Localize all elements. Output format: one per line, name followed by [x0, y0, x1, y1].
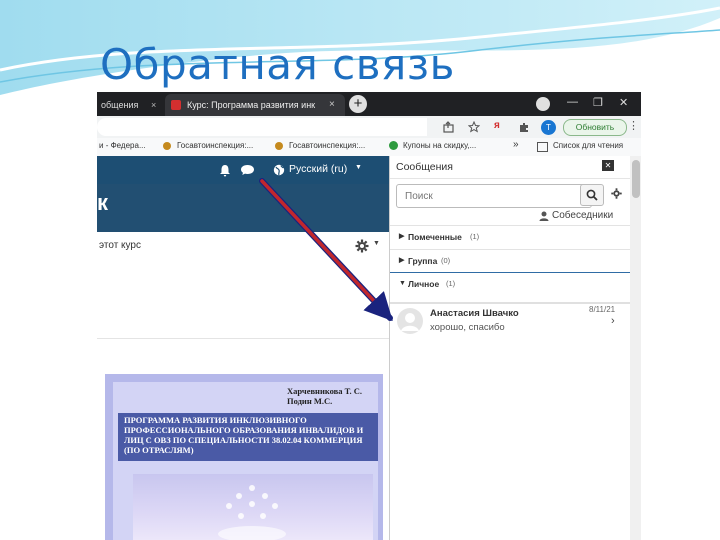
gear-icon[interactable]: [355, 239, 369, 253]
chevron-down-icon: ▼: [355, 164, 362, 171]
subnav-label: этот курс: [99, 240, 141, 251]
bookmarks-bar: и - Федера... Госавтоинспекция:... Госав…: [97, 138, 641, 157]
bookmark-item[interactable]: Госавтоинспекция:...: [177, 141, 253, 150]
conversation-item[interactable]: Анастасия Швачко хорошо, спасибо 8/11/21…: [390, 302, 630, 338]
police-emblem-icon: [163, 142, 171, 150]
section-count: (1): [446, 279, 456, 288]
star-icon[interactable]: [468, 121, 480, 133]
maximize-icon[interactable]: ❐: [593, 96, 603, 109]
address-bar[interactable]: [97, 118, 427, 136]
contact-name: Анастасия Швачко: [430, 308, 519, 319]
gear-icon[interactable]: [611, 188, 622, 199]
messages-header: Сообщения ✕: [390, 156, 641, 179]
puzzle-icon[interactable]: [518, 121, 530, 133]
slide-title: Обратная связь: [100, 40, 455, 89]
course-subnav: этот курс ▼: [97, 232, 389, 261]
site-header: Русский (ru) ▼: [97, 156, 389, 184]
police-emblem-icon: [275, 142, 283, 150]
chevron-down-icon: ▼: [399, 280, 406, 287]
course-title-fragment: к: [97, 190, 109, 215]
messages-drawer: Сообщения ✕ Собеседники ▶ Помеченные (1)…: [389, 156, 641, 540]
tab-label: Курс: Программа развития инк: [187, 100, 316, 110]
chevron-right-icon: ▶: [399, 257, 405, 264]
cover-authors: Харчевникова Т. С. Подин М.С.: [287, 386, 362, 406]
tab-messages[interactable]: общения ×: [97, 94, 165, 116]
section-label: Группа: [408, 256, 438, 266]
browser-screenshot: общения × Курс: Программа развития инк ×…: [97, 92, 641, 540]
cover-program-title: ПРОГРАММА РАЗВИТИЯ ИНКЛЮЗИВНОГО ПРОФЕССИ…: [118, 413, 378, 461]
close-icon[interactable]: ✕: [602, 160, 614, 171]
reading-list-link[interactable]: Список для чтения: [553, 141, 623, 150]
section-group[interactable]: ▶ Группа (0): [390, 249, 630, 272]
bookmark-item[interactable]: Госавтоинспекция:...: [289, 141, 365, 150]
section-count: (0): [441, 256, 451, 265]
section-label: Помеченные: [408, 232, 462, 242]
contacts-link[interactable]: Собеседники: [552, 210, 613, 221]
chevron-right-icon: ▶: [399, 233, 405, 240]
scrollbar[interactable]: [630, 156, 641, 540]
new-tab-button[interactable]: +: [349, 95, 367, 113]
browser-tab-bar: общения × Курс: Программа развития инк ×…: [97, 92, 641, 116]
coupon-site-icon: [389, 141, 398, 150]
bookmarks-more-icon[interactable]: »: [513, 139, 519, 150]
bookmark-item[interactable]: Купоны на скидку,...: [403, 141, 476, 150]
tab-close-icon[interactable]: ×: [329, 94, 335, 116]
minimize-icon[interactable]: —: [567, 96, 578, 108]
globe-icon[interactable]: [273, 164, 285, 176]
close-window-icon[interactable]: ✕: [619, 96, 628, 109]
messages-search-input[interactable]: [396, 184, 592, 208]
update-button[interactable]: Обновить: [563, 119, 627, 136]
section-starred[interactable]: ▶ Помеченные (1): [390, 225, 630, 248]
search-icon: [586, 189, 598, 201]
tab-course[interactable]: Курс: Программа развития инк ×: [165, 94, 345, 116]
message-preview: хорошо, спасибо: [430, 322, 505, 333]
profile-avatar[interactable]: Т: [541, 120, 556, 135]
message-date: 8/11/21: [589, 305, 616, 314]
language-menu[interactable]: Русский (ru): [289, 163, 347, 175]
tab-label: общения: [101, 100, 139, 110]
browser-toolbar: я Т Обновить ⋮: [97, 116, 641, 139]
user-icon: [539, 211, 549, 221]
avatar: [397, 308, 423, 334]
messages-title: Сообщения: [396, 161, 453, 173]
section-count: (1): [470, 232, 480, 241]
divider: [97, 338, 389, 339]
favicon-icon: [171, 100, 181, 110]
bookmark-item[interactable]: и - Федера...: [99, 141, 146, 150]
section-label: Личное: [408, 279, 440, 289]
menu-icon[interactable]: ⋮: [628, 119, 639, 135]
chat-icon[interactable]: [240, 164, 255, 176]
share-icon[interactable]: [443, 121, 455, 133]
section-private[interactable]: ▼ Личное (1): [390, 273, 630, 295]
chevron-right-icon: ›: [611, 315, 615, 327]
window-controls: — ❐ ✕: [541, 94, 641, 114]
course-title-bar: к: [97, 184, 389, 232]
reading-list-icon: [537, 142, 548, 152]
yandex-extension-icon[interactable]: я: [494, 120, 504, 132]
chevron-down-icon[interactable]: ▼: [373, 240, 380, 247]
people-network-illustration: [218, 485, 286, 540]
bell-icon[interactable]: [219, 164, 231, 177]
scrollbar-thumb[interactable]: [632, 160, 640, 198]
tab-close-icon[interactable]: ×: [151, 94, 156, 116]
search-button[interactable]: [580, 184, 604, 206]
